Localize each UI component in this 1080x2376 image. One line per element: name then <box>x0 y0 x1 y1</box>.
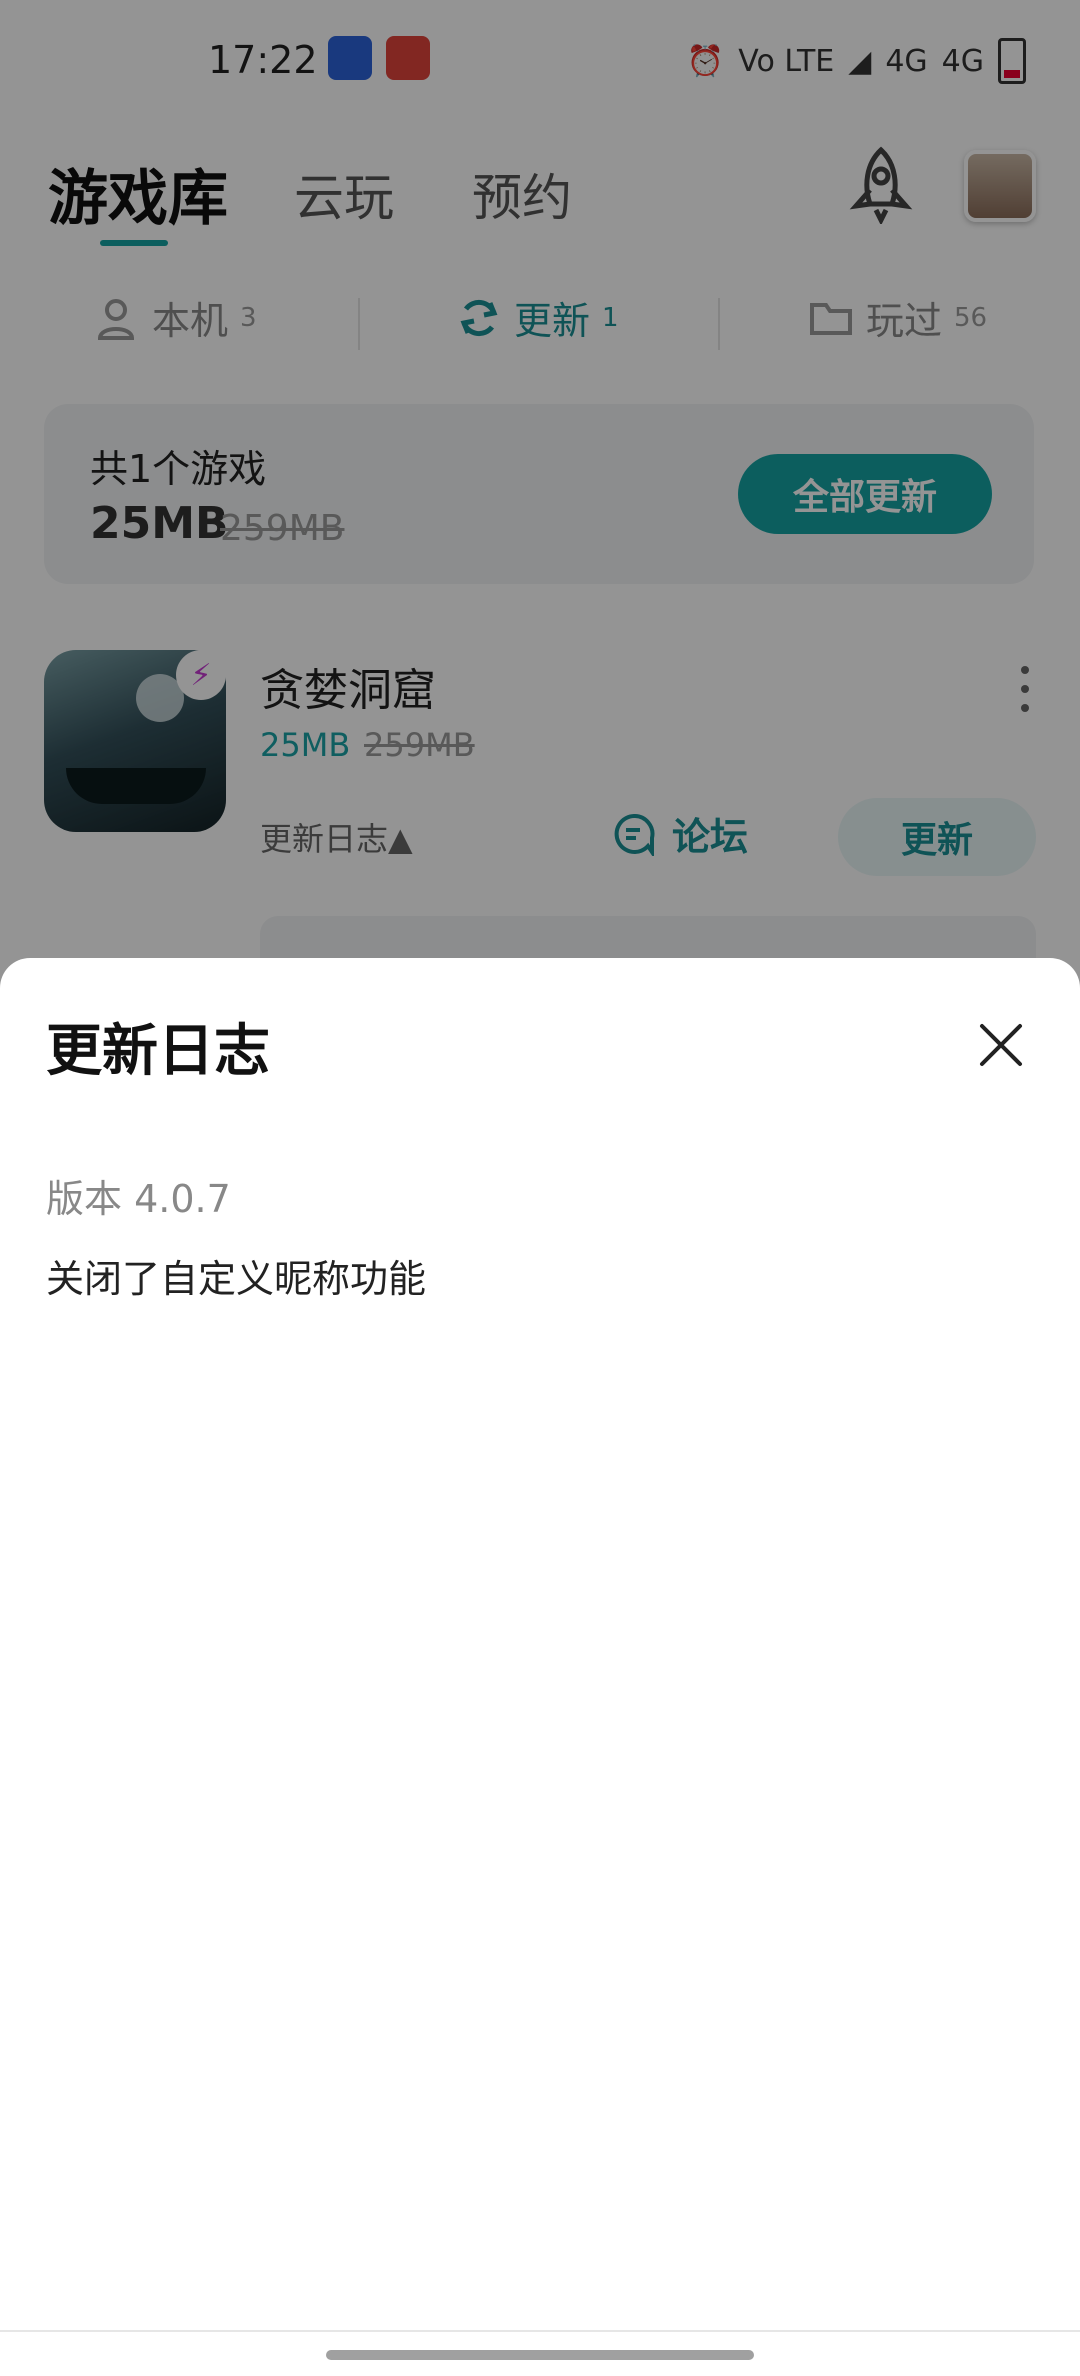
changelog-sheet: 更新日志 版本 4.0.7 关闭了自定义昵称功能 <box>0 958 1080 2376</box>
divider <box>0 2330 1080 2332</box>
close-button[interactable] <box>966 1010 1036 1080</box>
sheet-title: 更新日志 <box>46 1019 270 1084</box>
close-icon <box>980 1024 1022 1066</box>
version-label: 版本 4.0.7 <box>46 1177 231 1221</box>
changelog-text: 关闭了自定义昵称功能 <box>46 1257 427 1301</box>
home-indicator[interactable] <box>326 2350 754 2360</box>
